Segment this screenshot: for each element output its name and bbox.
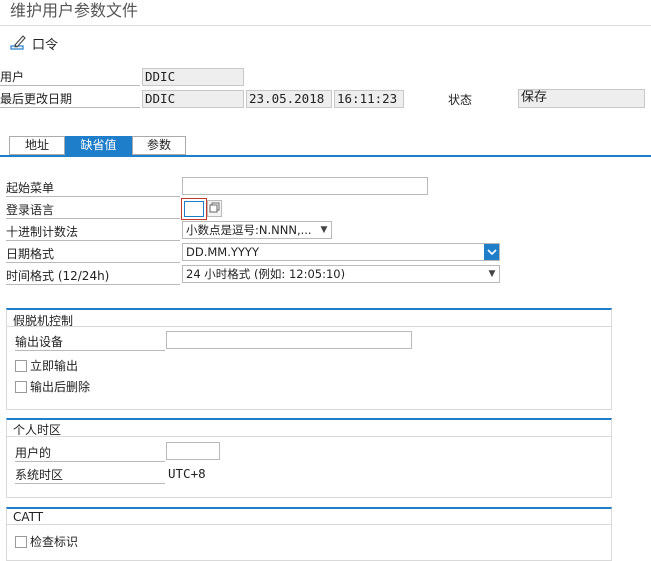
date-format-dropdown[interactable]: DD.MM.YYYY — [182, 243, 500, 261]
time-format-dropdown[interactable]: 24 小时格式 (例如: 12:05:10) ▼ — [182, 265, 500, 283]
group-divider — [6, 326, 612, 327]
date-format-label: 日期格式 — [6, 247, 180, 263]
spool-control-group — [6, 308, 612, 410]
user-label: 用户 — [0, 69, 140, 86]
title-divider — [0, 25, 651, 26]
user-timezone-input[interactable] — [166, 442, 220, 460]
password-button-label: 口令 — [32, 37, 59, 53]
decimal-notation-label: 十进制计数法 — [6, 225, 180, 241]
chevron-down-icon — [484, 244, 499, 260]
user-timezone-label: 用户的 — [15, 446, 165, 462]
user-field: DDIC — [142, 68, 244, 86]
edit-pen-icon — [10, 33, 28, 54]
checkbox-box — [15, 359, 27, 372]
decimal-notation-dropdown[interactable]: 小数点是逗号:N.NNN,... ▼ — [182, 221, 332, 239]
tab-address[interactable]: 地址 — [9, 136, 65, 155]
system-timezone-value: UTC+8 — [168, 466, 206, 481]
catt-title: CATT — [13, 510, 44, 524]
output-device-input[interactable] — [166, 331, 412, 349]
password-button[interactable]: 口令 — [10, 33, 58, 53]
check-flag-checkbox[interactable]: 检查标识 — [15, 533, 78, 550]
time-format-label: 时间格式 (12/24h) — [6, 269, 180, 285]
start-menu-input[interactable] — [182, 177, 428, 195]
catt-group — [6, 507, 612, 561]
value-help-icon — [209, 202, 220, 216]
last-changed-label: 最后更改日期 — [0, 91, 140, 108]
decimal-notation-value: 小数点是逗号:N.NNN,... — [186, 223, 312, 237]
group-divider — [6, 524, 612, 525]
output-immediately-label: 立即输出 — [30, 359, 79, 373]
delete-after-output-label: 输出后删除 — [30, 380, 91, 394]
delete-after-output-checkbox[interactable]: 输出后删除 — [15, 378, 90, 395]
tab-defaults[interactable]: 缺省值 — [65, 136, 132, 155]
status-label: 状态 — [448, 93, 473, 107]
start-menu-label: 起始菜单 — [6, 181, 180, 197]
changed-time-field: 16:11:23 — [334, 90, 404, 108]
output-immediately-checkbox[interactable]: 立即输出 — [15, 357, 78, 374]
group-divider — [6, 436, 612, 437]
tab-strip-line — [0, 155, 651, 157]
checkbox-box — [15, 380, 27, 393]
chevron-down-icon: ▼ — [488, 269, 496, 279]
window-title: 维护用户参数文件 — [10, 1, 139, 20]
output-device-label: 输出设备 — [15, 335, 165, 351]
status-field: 保存 — [518, 89, 645, 108]
value-help-button[interactable] — [207, 200, 222, 217]
changed-date-field: 23.05.2018 — [246, 90, 332, 108]
changed-by-field: DDIC — [142, 90, 244, 108]
logon-language-input[interactable] — [181, 198, 207, 220]
system-timezone-label: 系统时区 — [15, 468, 165, 484]
checkbox-box — [15, 535, 27, 548]
date-format-value: DD.MM.YYYY — [186, 245, 259, 259]
check-flag-label: 检查标识 — [30, 535, 79, 549]
tab-parameters[interactable]: 参数 — [132, 136, 186, 155]
logon-language-label: 登录语言 — [6, 203, 180, 219]
chevron-down-icon: ▼ — [320, 225, 328, 235]
time-format-value: 24 小时格式 (例如: 12:05:10) — [186, 267, 346, 281]
